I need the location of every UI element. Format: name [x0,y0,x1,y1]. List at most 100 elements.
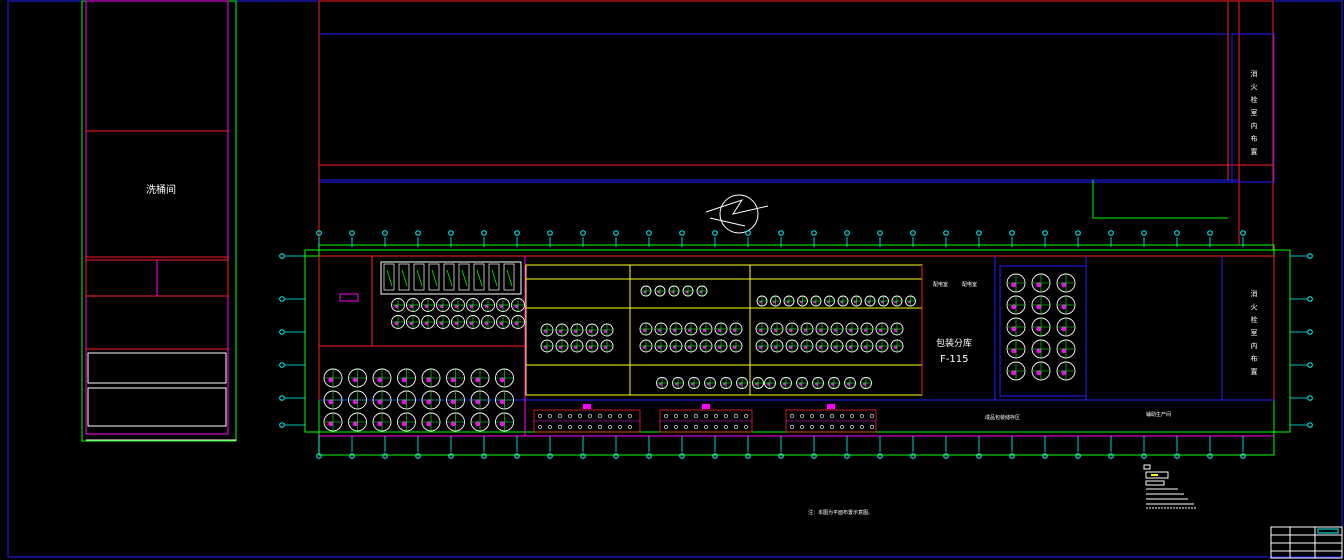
axis-marker [279,395,285,401]
equipment-mark [506,269,513,287]
tank-icon [764,377,776,389]
tank-icon [511,298,525,312]
axis-marker [279,253,285,259]
axis-marker [778,453,784,459]
tank-icon [714,339,728,353]
equipment-mark [401,269,408,287]
tank-icon [446,390,465,410]
tank-icon [1056,339,1076,359]
axis-marker [481,230,487,236]
tank-icon [668,285,680,297]
axis-marker [910,453,916,459]
tank-icon [785,322,799,336]
conveyor-unit [533,404,641,433]
room-label-2: 配电室 [962,281,977,288]
tank-icon [1031,361,1051,381]
tank-icon [684,339,698,353]
tank-icon [669,322,683,336]
axis-marker [1240,230,1246,236]
tank-icon [600,323,614,337]
tank-icon [540,323,554,337]
axis-marker [811,453,817,459]
tank-icon [481,298,495,312]
tank-icon [810,295,822,307]
axis-marker [415,453,421,459]
tank-icon [890,339,904,353]
tank-icon [830,322,844,336]
tank-icon [654,285,666,297]
axis-marker [279,422,285,428]
tank-icon [755,339,769,353]
tank-icon [824,295,835,307]
axis-marker [1307,296,1313,302]
tank-icon [704,377,716,389]
tank-icon [421,390,441,410]
tank-icon [875,339,889,353]
axis-marker [877,453,883,459]
tank-icon [421,368,441,388]
tank-icon [421,298,435,312]
axis-marker [910,230,916,236]
tank-icon [815,339,829,353]
tank-icon [481,315,495,329]
tank-icon [770,339,784,353]
tank-icon [797,295,808,307]
tank-icon [397,390,416,410]
wash-room-label: 洗桶间 [146,183,176,196]
tank-icon [720,377,732,389]
tank-icon [729,322,743,336]
tank-icon [323,390,343,410]
tank-icon [844,377,856,389]
axis-marker [712,230,718,236]
axis-marker [1207,230,1213,236]
axis-marker [679,453,685,459]
axis-marker [778,230,784,236]
tank-icon [755,322,769,336]
axis-marker [1075,230,1081,236]
tank-icon [828,377,840,389]
tank-icon [496,315,510,329]
tank-icon [696,285,708,297]
tank-icon [436,298,450,312]
equipment-mark [446,269,453,287]
axis-marker [382,230,388,236]
tank-icon [1006,339,1026,359]
tank-icon [511,315,525,329]
axis-marker [646,453,652,459]
tank-icon [391,298,405,312]
tank-icon [639,339,653,353]
tank-icon [397,412,416,432]
axis-marker [349,453,355,459]
tank-icon [905,295,916,307]
axis-marker [1108,453,1114,459]
axis-marker [448,453,454,459]
tank-icon [640,285,652,297]
tank-icon [1056,317,1076,337]
axis-marker [1108,230,1114,236]
bottom-label-1: 成品包装储存区 [985,414,1020,421]
equipment-mark [431,269,438,287]
tank-icon [682,285,694,297]
tank-icon [688,377,700,389]
axis-marker [613,453,619,459]
tank-icon [770,295,781,307]
axis-marker [613,230,619,236]
vertical-note-top: 消火栓室内布置 [1250,69,1258,161]
tank-icon [348,390,367,410]
tank-icon [830,339,844,353]
tank-icon [1006,361,1026,381]
tank-icon [669,339,683,353]
tank-icon [1031,295,1051,315]
axis-marker [1307,362,1313,368]
axis-marker [712,453,718,459]
tank-icon [555,323,569,337]
tank-icon [372,368,392,388]
tank-icon [736,377,748,389]
axis-marker [580,453,586,459]
axis-marker [382,453,388,459]
tank-icon [860,322,874,336]
tank-icon [837,295,849,307]
tank-icon [1006,317,1026,337]
axis-marker [844,230,850,236]
tank-icon [323,412,343,432]
